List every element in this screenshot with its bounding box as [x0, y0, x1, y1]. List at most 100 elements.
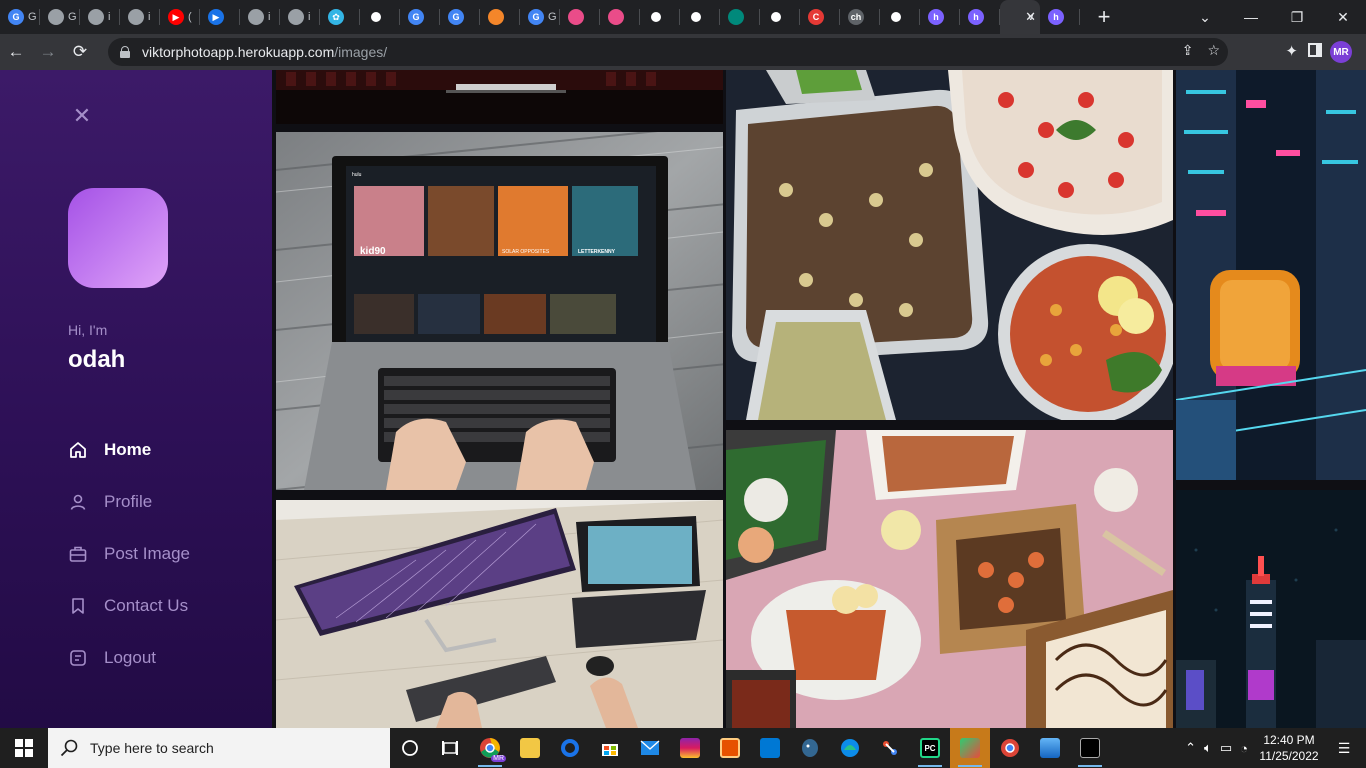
volume-icon[interactable]: 🔈︎ — [1204, 740, 1212, 756]
taskbar-clock[interactable]: 12:40 PM 11/25/2022 — [1256, 732, 1322, 764]
browser-tab[interactable]: GG — [520, 0, 560, 34]
image-gallery: kid90 SOLAR OPPOSITES LETTERKENNY hulu — [272, 70, 1366, 728]
browser-tab[interactable] — [360, 0, 400, 34]
browser-tab[interactable]: h — [1040, 0, 1080, 34]
git-icon[interactable] — [870, 728, 910, 768]
chrome-badge-icon[interactable] — [990, 728, 1030, 768]
browser-tab[interactable]: h — [960, 0, 1000, 34]
edge-icon[interactable] — [550, 728, 590, 768]
browser-tab[interactable]: G — [440, 0, 480, 34]
gallery-image-food-spread[interactable] — [726, 430, 1173, 728]
gallery-image-laptop-hulu[interactable]: kid90 SOLAR OPPOSITES LETTERKENNY hulu — [276, 132, 723, 490]
extensions-icon[interactable]: ✦ — [1285, 42, 1298, 60]
browser-tab[interactable]: ▶( — [160, 0, 200, 34]
browser-tab[interactable]: v ✕ — [1000, 0, 1040, 34]
browser-tab[interactable]: ch — [840, 0, 880, 34]
nav-item-logout[interactable]: Logout — [68, 632, 190, 684]
close-sidebar-icon[interactable]: ✕ — [72, 105, 92, 127]
browser-tab[interactable] — [720, 0, 760, 34]
favicon-icon — [1008, 9, 1024, 25]
google-icon: G — [8, 9, 24, 25]
tab-title: i — [268, 11, 271, 23]
system-tray: ⌃ 🔈︎ ▭ ◔ 12:40 PM 11/25/2022 ☰ — [1185, 728, 1366, 768]
outlook-icon[interactable] — [750, 728, 790, 768]
taskbar-chrome-icon[interactable]: MR — [470, 728, 510, 768]
pycharm-icon[interactable]: PC — [910, 728, 950, 768]
taskbar-search-box[interactable]: Type here to search — [48, 728, 390, 768]
postgres-icon[interactable] — [790, 728, 830, 768]
github-icon — [648, 9, 664, 25]
chrome-profile-badge: MR — [491, 755, 506, 762]
hulu-brand: hulu — [352, 172, 362, 178]
bookmark-icon — [68, 596, 88, 616]
task-view-icon[interactable] — [430, 728, 470, 768]
browser-tab[interactable]: i — [120, 0, 160, 34]
windows-start-button[interactable] — [0, 728, 48, 768]
lock-icon[interactable] — [120, 46, 130, 58]
share-icon[interactable]: ⇪ — [1182, 42, 1194, 59]
back-button[interactable]: ← — [0, 34, 32, 70]
tray-chevron-icon[interactable]: ⌃ — [1185, 740, 1196, 756]
tab-title: i — [108, 11, 111, 23]
store-icon[interactable] — [590, 728, 630, 768]
edge-beta-icon[interactable] — [830, 728, 870, 768]
nav-item-home[interactable]: Home — [68, 424, 190, 476]
browser-tab[interactable]: h — [920, 0, 960, 34]
mail-icon[interactable] — [630, 728, 670, 768]
terminal-icon[interactable] — [1070, 728, 1110, 768]
app-orange-icon[interactable] — [710, 728, 750, 768]
app-active-icon[interactable] — [950, 728, 990, 768]
address-bar[interactable]: viktorphotoapp.herokuapp.com/images/ ⇪ ☆ — [108, 38, 1228, 66]
browser-tab[interactable]: C — [800, 0, 840, 34]
gallery-image-city-night[interactable] — [1176, 70, 1366, 480]
browser-tab[interactable] — [680, 0, 720, 34]
show-title-letterkenny: LETTERKENNY — [578, 249, 616, 255]
tab-search-icon[interactable]: ⌄ — [1182, 0, 1228, 34]
browser-tab[interactable]: i — [80, 0, 120, 34]
new-tab-button[interactable]: + — [1088, 0, 1120, 34]
nav-item-post-image[interactable]: Post Image — [68, 528, 190, 580]
browser-tab[interactable] — [480, 0, 520, 34]
gallery-image-theater[interactable] — [276, 70, 723, 124]
browser-tab[interactable]: GG — [0, 0, 40, 34]
tab-title: ( — [188, 11, 192, 23]
cortana-icon[interactable] — [390, 728, 430, 768]
profile-avatar[interactable]: MR — [1330, 41, 1352, 63]
sidebar: ✕ Hi, I'm odah Home Profile Post Image C… — [0, 70, 272, 728]
browser-tab[interactable]: i — [240, 0, 280, 34]
notification-center-icon[interactable]: ☰ — [1330, 728, 1358, 768]
browser-tab[interactable]: ▶ — [200, 0, 240, 34]
browser-tab[interactable]: i — [280, 0, 320, 34]
photos-icon[interactable] — [1030, 728, 1070, 768]
winrar-icon[interactable] — [670, 728, 710, 768]
bookmark-star-icon[interactable]: ☆ — [1207, 42, 1220, 59]
browser-tab[interactable] — [640, 0, 680, 34]
browser-tab[interactable]: G — [40, 0, 80, 34]
browser-tab[interactable] — [760, 0, 800, 34]
browser-tab[interactable] — [880, 0, 920, 34]
nav-item-profile[interactable]: Profile — [68, 476, 190, 528]
browser-tab[interactable] — [600, 0, 640, 34]
browser-tab[interactable]: ✿ — [320, 0, 360, 34]
close-tab-icon[interactable]: ✕ — [1025, 9, 1036, 25]
gallery-image-skyline-night[interactable] — [1176, 490, 1366, 728]
battery-icon[interactable]: ▭ — [1220, 740, 1232, 756]
side-panel-icon[interactable] — [1308, 43, 1322, 57]
minimize-button[interactable]: — — [1228, 0, 1274, 34]
gallery-image-desk-setup[interactable] — [276, 500, 723, 728]
reload-button[interactable]: ⟳ — [64, 34, 96, 70]
file-explorer-icon[interactable] — [510, 728, 550, 768]
wifi-icon[interactable]: ◔ — [1240, 741, 1248, 756]
username: odah — [68, 346, 126, 373]
google-icon: G — [528, 9, 544, 25]
close-window-button[interactable]: ✕ — [1320, 0, 1366, 34]
gallery-image-food-bowls[interactable] — [726, 70, 1173, 420]
ch-icon: ch — [848, 9, 864, 25]
nav-item-contact-us[interactable]: Contact Us — [68, 580, 190, 632]
maximize-button[interactable]: ❐ — [1274, 0, 1320, 34]
browser-tab[interactable] — [560, 0, 600, 34]
h-icon: h — [968, 9, 984, 25]
browser-tab[interactable]: G — [400, 0, 440, 34]
forward-button[interactable]: → — [32, 34, 64, 70]
show-title-kid90: kid90 — [360, 246, 386, 257]
